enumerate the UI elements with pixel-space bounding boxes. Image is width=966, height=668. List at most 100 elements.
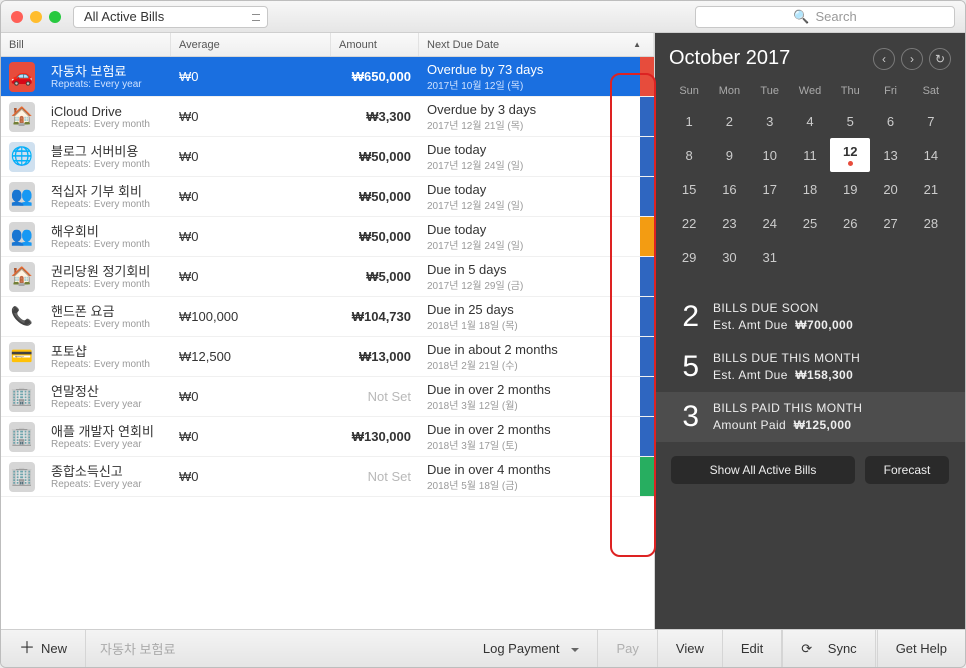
calendar-day[interactable]: 23 <box>709 206 749 240</box>
bill-repeats: Repeats: Every month <box>51 239 163 250</box>
cal-today-button[interactable]: ↻ <box>929 48 951 70</box>
calendar-day[interactable]: 17 <box>750 172 790 206</box>
calendar-day[interactable]: 27 <box>870 206 910 240</box>
table-row[interactable]: 🚗 자동차 보험료 Repeats: Every year ₩0 ₩650,00… <box>1 57 654 97</box>
calendar-day[interactable]: 14 <box>911 138 951 172</box>
status-stripe <box>640 297 654 336</box>
calendar-day[interactable]: 19 <box>830 172 870 206</box>
bill-list-panel: Bill Average Amount Next Due Date 🚗 자동차 … <box>1 33 655 629</box>
bill-due-date: 2017년 12월 29일 (금) <box>427 277 646 292</box>
bill-due-text: Due today <box>427 142 646 157</box>
due-dot-icon <box>848 161 853 166</box>
footer-selection: 자동차 보험료 <box>86 630 465 667</box>
table-row[interactable]: 🏠 iCloud Drive Repeats: Every month ₩0 ₩… <box>1 97 654 137</box>
calendar-day[interactable]: 6 <box>870 104 910 138</box>
bill-average: ₩0 <box>171 109 331 124</box>
new-button[interactable]: ＋New <box>1 630 86 667</box>
bill-name: 애플 개발자 연회비 <box>51 424 163 439</box>
table-row[interactable]: 🏢 연말정산 Repeats: Every year ₩0 Not Set Du… <box>1 377 654 417</box>
bill-average: ₩100,000 <box>171 309 331 324</box>
calendar-day[interactable]: 8 <box>669 138 709 172</box>
table-row[interactable]: 👥 적십자 기부 회비 Repeats: Every month ₩0 ₩50,… <box>1 177 654 217</box>
maximize-button[interactable] <box>49 11 61 23</box>
bill-amount: ₩50,000 <box>331 149 419 164</box>
bill-name: 포토샵 <box>51 344 163 359</box>
calendar-day[interactable]: 15 <box>669 172 709 206</box>
table-row[interactable]: 🏢 애플 개발자 연회비 Repeats: Every year ₩0 ₩130… <box>1 417 654 457</box>
col-amount[interactable]: Amount <box>331 33 419 56</box>
bill-average: ₩0 <box>171 189 331 204</box>
calendar-day[interactable]: 16 <box>709 172 749 206</box>
calendar-day[interactable]: 9 <box>709 138 749 172</box>
table-row[interactable]: 🏢 종합소득신고 Repeats: Every year ₩0 Not Set … <box>1 457 654 497</box>
dow-label: Thu <box>830 78 870 104</box>
calendar-day[interactable]: 21 <box>911 172 951 206</box>
calendar-day <box>870 240 910 274</box>
calendar-day[interactable]: 20 <box>870 172 910 206</box>
calendar-day[interactable]: 24 <box>750 206 790 240</box>
bill-icon: 📞 <box>9 302 35 332</box>
bill-due-text: Due today <box>427 222 646 237</box>
bill-repeats: Repeats: Every month <box>51 359 163 370</box>
table-row[interactable]: 🏠 권리당원 정기회비 Repeats: Every month ₩0 ₩5,0… <box>1 257 654 297</box>
calendar-day[interactable]: 3 <box>750 104 790 138</box>
bill-due-date: 2018년 5월 18일 (금) <box>427 477 646 492</box>
calendar-day[interactable]: 7 <box>911 104 951 138</box>
minimize-button[interactable] <box>30 11 42 23</box>
edit-button[interactable]: Edit <box>723 630 782 667</box>
summary-row[interactable]: 2 BILLS DUE SOONEst. Amt Due ₩700,000 <box>655 292 965 342</box>
status-stripe <box>640 217 654 256</box>
pay-button[interactable]: Pay <box>598 630 657 667</box>
summary-row[interactable]: 3 BILLS PAID THIS MONTHAmount Paid ₩125,… <box>655 392 965 442</box>
calendar-day[interactable]: 11 <box>790 138 830 172</box>
col-due[interactable]: Next Due Date <box>419 33 654 56</box>
bill-amount: Not Set <box>331 389 419 404</box>
calendar-day[interactable]: 2 <box>709 104 749 138</box>
calendar-day[interactable]: 29 <box>669 240 709 274</box>
show-all-bills-button[interactable]: Show All Active Bills <box>671 456 855 484</box>
bill-icon: 🏢 <box>9 462 35 492</box>
summary-count: 3 <box>671 400 699 434</box>
bill-amount: ₩13,000 <box>331 349 419 364</box>
bill-due-text: Overdue by 3 days <box>427 102 646 117</box>
calendar-day[interactable]: 18 <box>790 172 830 206</box>
calendar-day[interactable]: 5 <box>830 104 870 138</box>
cal-next-button[interactable]: › <box>901 48 923 70</box>
calendar-day[interactable]: 28 <box>911 206 951 240</box>
calendar-day[interactable]: 1 <box>669 104 709 138</box>
calendar-day[interactable]: 22 <box>669 206 709 240</box>
sync-button[interactable]: ⟳ Sync <box>782 630 875 667</box>
forecast-button[interactable]: Forecast <box>865 456 949 484</box>
filter-select[interactable]: All Active Bills <box>73 6 268 28</box>
calendar-day[interactable]: 13 <box>870 138 910 172</box>
col-bill[interactable]: Bill <box>1 33 171 56</box>
table-row[interactable]: 👥 해우회비 Repeats: Every month ₩0 ₩50,000 D… <box>1 217 654 257</box>
table-row[interactable]: 💳 포토샵 Repeats: Every month ₩12,500 ₩13,0… <box>1 337 654 377</box>
search-input[interactable]: 🔍 Search <box>695 6 955 28</box>
table-row[interactable]: 📞 핸드폰 요금 Repeats: Every month ₩100,000 ₩… <box>1 297 654 337</box>
status-stripe <box>640 377 654 416</box>
calendar-day[interactable]: 31 <box>750 240 790 274</box>
log-payment-button[interactable]: Log Payment <box>465 630 599 667</box>
close-button[interactable] <box>11 11 23 23</box>
cal-prev-button[interactable]: ‹ <box>873 48 895 70</box>
table-row[interactable]: 🌐 블로그 서버비용 Repeats: Every month ₩0 ₩50,0… <box>1 137 654 177</box>
calendar-day[interactable]: 26 <box>830 206 870 240</box>
bill-due-text: Due today <box>427 182 646 197</box>
calendar-day[interactable]: 10 <box>750 138 790 172</box>
calendar-day[interactable]: 12 <box>830 138 870 172</box>
view-button[interactable]: View <box>658 630 723 667</box>
status-stripe <box>640 417 654 456</box>
summary-row[interactable]: 5 BILLS DUE THIS MONTHEst. Amt Due ₩158,… <box>655 342 965 392</box>
bill-amount: ₩50,000 <box>331 229 419 244</box>
calendar-day[interactable]: 25 <box>790 206 830 240</box>
calendar-day[interactable]: 4 <box>790 104 830 138</box>
calendar-day[interactable]: 30 <box>709 240 749 274</box>
col-average[interactable]: Average <box>171 33 331 56</box>
bill-due-date: 2017년 12월 24일 (일) <box>427 237 646 252</box>
summary-label: BILLS PAID THIS MONTHAmount Paid ₩125,00… <box>713 400 862 434</box>
status-stripe <box>640 137 654 176</box>
bill-due-date: 2017년 10월 12일 (목) <box>427 77 646 92</box>
get-help-button[interactable]: Get Help <box>877 630 965 667</box>
bill-average: ₩12,500 <box>171 349 331 364</box>
